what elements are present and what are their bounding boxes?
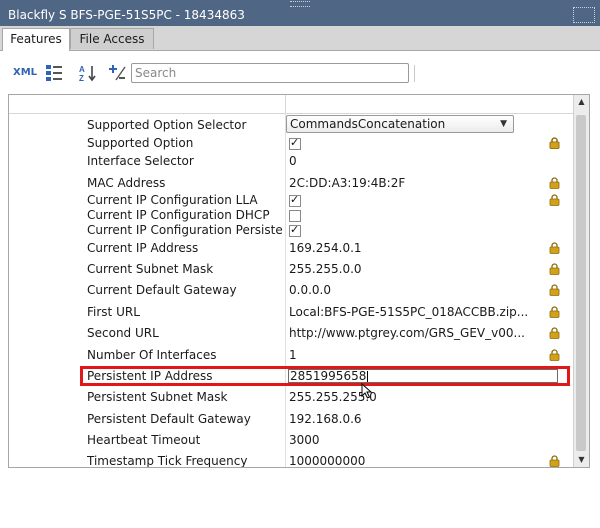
ip-config-persistent-checkbox[interactable] <box>289 223 301 237</box>
property-value: 3000 <box>289 433 320 447</box>
add-remove-icon[interactable] <box>108 64 126 82</box>
lock-icon <box>549 349 560 361</box>
property-name: Current IP Configuration LLA <box>87 193 258 207</box>
input-value: 2851995658 <box>290 369 367 383</box>
property-value: 0.0.0.0 <box>289 283 331 297</box>
window-restore-icon[interactable] <box>573 7 595 23</box>
property-name: Current Default Gateway <box>87 283 237 297</box>
property-name: Persistent IP Address <box>87 369 213 383</box>
property-name: Interface Selector <box>87 154 194 168</box>
property-value: 255.255.255.0 <box>289 390 377 404</box>
tab-bar: Features File Access <box>0 26 600 51</box>
dropdown-value: CommandsConcatenation <box>290 117 446 131</box>
property-name: Current IP Configuration DHCP <box>87 208 270 222</box>
property-name: Current IP Address <box>87 241 199 255</box>
lock-icon <box>549 263 560 275</box>
column-divider[interactable] <box>285 113 286 467</box>
property-value: 1000000000 <box>289 454 366 468</box>
tab-features[interactable]: Features <box>2 28 70 51</box>
grid-header <box>9 95 575 114</box>
property-name: MAC Address <box>87 176 166 190</box>
scroll-down-icon[interactable]: ▼ <box>574 453 589 467</box>
feature-grid: Supported Option Selector CommandsConcat… <box>8 94 590 468</box>
lock-icon <box>549 327 560 339</box>
property-name: Persistent Subnet Mask <box>87 390 228 404</box>
property-value: 1 <box>289 348 297 362</box>
persistent-ip-address-input[interactable]: 2851995658 <box>288 369 558 383</box>
supported-option-checkbox[interactable] <box>289 136 301 150</box>
window-title: Blackfly S BFS-PGE-51S5PC - 18434863 <box>8 8 245 22</box>
property-name: Supported Option <box>87 136 194 150</box>
property-value: 2C:DD:A3:19:4B:2F <box>289 176 406 190</box>
lock-icon <box>549 306 560 318</box>
property-name: First URL <box>87 305 140 319</box>
property-name: Timestamp Tick Frequency <box>87 454 248 468</box>
lock-icon <box>549 284 560 296</box>
toolbar: XML A Z <box>0 51 600 93</box>
property-name: Current IP Configuration Persiste... <box>87 223 283 237</box>
ip-config-lla-checkbox[interactable] <box>289 193 301 207</box>
tab-file-access[interactable]: File Access <box>70 28 154 49</box>
property-name: Number Of Interfaces <box>87 348 217 362</box>
svg-text:A: A <box>79 65 85 74</box>
drag-grip-icon[interactable] <box>290 1 310 7</box>
property-value: Local:BFS-PGE-51S5PC_018ACCBB.zip... <box>289 305 529 319</box>
property-name: Persistent Default Gateway <box>87 412 251 426</box>
svg-text:Z: Z <box>79 74 84 82</box>
supported-option-selector-dropdown[interactable]: CommandsConcatenation ▼ <box>286 115 514 133</box>
toolbar-separator <box>414 65 415 82</box>
lock-icon <box>549 137 560 149</box>
lock-icon <box>549 455 560 467</box>
property-value: 255.255.0.0 <box>289 262 362 276</box>
lock-icon <box>549 177 560 189</box>
property-name: Current Subnet Mask <box>87 262 214 276</box>
vertical-scrollbar[interactable]: ▲ ▼ <box>573 95 589 467</box>
property-value: 192.168.0.6 <box>289 412 362 426</box>
xml-icon[interactable]: XML <box>13 67 37 85</box>
scroll-up-icon[interactable]: ▲ <box>574 95 589 109</box>
chevron-down-icon: ▼ <box>500 119 507 129</box>
scrollbar-thumb[interactable] <box>576 115 586 451</box>
property-name: Heartbeat Timeout <box>87 433 201 447</box>
property-value: 169.254.0.1 <box>289 241 362 255</box>
search-input[interactable] <box>131 63 409 83</box>
sort-az-icon[interactable]: A Z <box>79 64 97 82</box>
property-value: http://www.ptgrey.com/GRS_GEV_v00... <box>289 326 525 340</box>
window-titlebar[interactable]: Blackfly S BFS-PGE-51S5PC - 18434863 <box>0 0 600 26</box>
property-value: 0 <box>289 154 297 168</box>
property-name: Supported Option Selector <box>87 118 247 132</box>
ip-config-dhcp-checkbox[interactable] <box>289 209 301 222</box>
lock-icon <box>549 194 560 206</box>
text-caret <box>367 371 369 382</box>
lock-icon <box>549 242 560 254</box>
property-name: Second URL <box>87 326 159 340</box>
expand-tree-icon[interactable] <box>45 64 63 82</box>
